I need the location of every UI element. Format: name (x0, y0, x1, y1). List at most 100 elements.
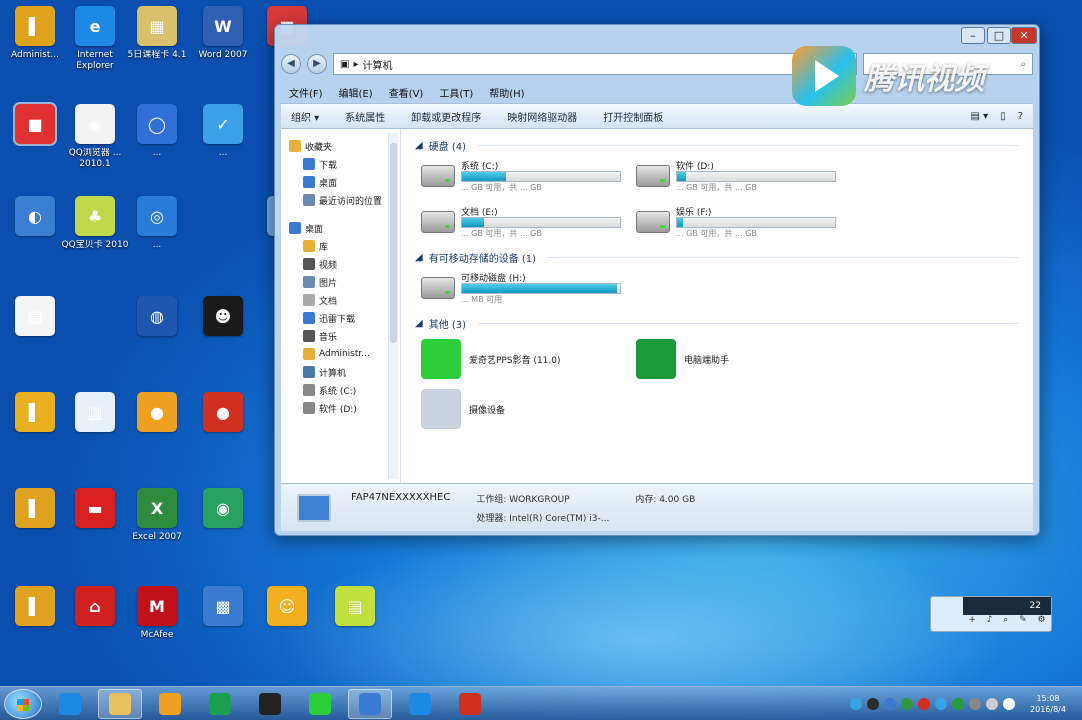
desktop-icon[interactable]: ▬ (60, 488, 130, 532)
desktop-icon[interactable]: ◉ (188, 488, 258, 532)
address-bar[interactable]: ▣ ▸ 计算机 (333, 53, 857, 75)
taskbar-app-angry-app[interactable] (448, 689, 492, 719)
collapse-icon[interactable]: ◢ (415, 252, 423, 263)
nav-item[interactable]: 计算机 (285, 363, 396, 381)
forward-button[interactable]: ▶ (307, 54, 327, 74)
other-device-item[interactable]: 爱奇艺PPS影音 (11.0) (421, 339, 636, 379)
tray-icon[interactable] (935, 697, 947, 710)
tray-icon[interactable] (867, 697, 879, 710)
widget-tool-icon[interactable]: ✎ (1019, 615, 1027, 629)
nav-item[interactable]: 图片 (285, 273, 396, 291)
collapse-icon[interactable]: ◢ (415, 140, 423, 151)
desktop-icon[interactable]: ▦ 5日课程卡 4.1 (122, 6, 192, 61)
nav-item[interactable]: 桌面 (285, 173, 396, 191)
desktop-icon[interactable]: M McAfee (122, 586, 192, 641)
desktop-icon[interactable]: ● (188, 392, 258, 436)
breadcrumb-computer[interactable]: 计算机 (362, 57, 392, 72)
nav-item[interactable]: 最近访问的位置 (285, 191, 396, 209)
taskbar-app-qq[interactable] (248, 689, 292, 719)
desktop-icon[interactable]: ✓... (188, 104, 258, 159)
gadget-widget[interactable]: 22 + ♪ ⌕ ✎ ⚙ (930, 596, 1052, 632)
desktop-icon[interactable]: W Word 2007 (188, 6, 258, 61)
tray-icon[interactable] (884, 697, 896, 710)
nav-item[interactable]: 软件 (D:) (285, 399, 396, 417)
tray-icon[interactable] (969, 697, 981, 710)
desktop-icon[interactable]: ▤ (0, 296, 70, 340)
widget-tool-icon[interactable]: ⌕ (1003, 615, 1008, 629)
tray-icon[interactable] (986, 697, 998, 710)
tray-icon[interactable] (918, 697, 930, 710)
tray-icon[interactable] (952, 697, 964, 710)
desktop-icon[interactable]: ◯... (122, 104, 192, 159)
group-removable[interactable]: ◢ 有可移动存储的设备 (1) (415, 247, 1019, 267)
help-icon[interactable]: ? (1018, 111, 1023, 122)
desktop-icon[interactable]: ⌂ (60, 586, 130, 630)
taskbar-app-sun-app[interactable] (148, 689, 192, 719)
back-button[interactable]: ◀ (281, 54, 301, 74)
nav-item[interactable]: 桌面 (285, 219, 396, 237)
menu-item[interactable]: 帮助(H) (489, 85, 524, 100)
toolbar-button[interactable]: 系统属性 (345, 109, 385, 124)
start-button[interactable] (4, 688, 42, 719)
menu-item[interactable]: 查看(V) (389, 85, 424, 100)
other-device-item[interactable]: 电脑端助手 (636, 339, 851, 379)
desktop-icon[interactable]: ▩ (188, 586, 258, 630)
toolbar-button[interactable]: 映射网络驱动器 (507, 109, 577, 124)
widget-tool-icon[interactable]: ♪ (987, 615, 993, 629)
clock[interactable]: 15:08 2016/8/4 (1020, 693, 1076, 715)
preview-pane-icon[interactable]: ▯ (1000, 111, 1006, 122)
drive-item[interactable]: 可移动磁盘 (H:) ... MB 可用 (421, 271, 636, 305)
nav-item[interactable]: 音乐 (285, 327, 396, 345)
other-device-item[interactable]: 摄像设备 (421, 389, 636, 429)
taskbar-app-explorer-folder[interactable] (98, 688, 142, 719)
desktop-icon[interactable]: ● (122, 392, 192, 436)
desktop-icon[interactable]: ☺ (252, 586, 322, 630)
drive-item[interactable]: 软件 (D:) ... GB 可用，共 ... GB (636, 159, 851, 193)
nav-item[interactable]: Administr... (285, 345, 396, 363)
desktop-icon[interactable]: ☻ (188, 296, 258, 340)
group-other[interactable]: ◢ 其他 (3) (415, 313, 1019, 333)
menu-item[interactable]: 文件(F) (289, 85, 323, 100)
group-hard-disks[interactable]: ◢ 硬盘 (4) (415, 135, 1019, 155)
widget-tool-icon[interactable]: ⚙ (1037, 615, 1045, 629)
drive-item[interactable]: 系统 (C:) ... GB 可用，共 ... GB (421, 159, 636, 193)
view-options-icon[interactable]: ▤ ▾ (971, 111, 989, 122)
desktop-icon[interactable]: ◎... (122, 196, 192, 251)
maximize-button[interactable]: □ (987, 27, 1011, 44)
collapse-icon[interactable]: ◢ (415, 318, 423, 329)
desktop-icon[interactable]: ▤ (320, 586, 390, 630)
nav-item[interactable]: 文档 (285, 291, 396, 309)
toolbar-button[interactable]: 打开控制面板 (603, 109, 663, 124)
widget-tool-icon[interactable]: + (968, 615, 976, 629)
tray-icon[interactable] (850, 697, 862, 710)
nav-scrollbar[interactable] (388, 133, 398, 479)
tray-icon[interactable] (901, 697, 913, 710)
nav-item[interactable]: 视频 (285, 255, 396, 273)
toolbar-button[interactable]: 组织 ▾ (291, 109, 319, 124)
nav-item[interactable]: 库 (285, 237, 396, 255)
desktop-icon[interactable]: X Excel 2007 (122, 488, 192, 543)
taskbar-app-ie[interactable] (48, 689, 92, 719)
tray-icon[interactable] (1003, 697, 1015, 710)
desktop-icon[interactable]: ◍ (122, 296, 192, 340)
nav-item[interactable]: 收藏夹 (285, 137, 396, 155)
nav-item[interactable]: 迅雷下载 (285, 309, 396, 327)
drive-item[interactable]: 文档 (E:) ... GB 可用，共 ... GB (421, 205, 636, 239)
drive-item[interactable]: 娱乐 (F:) ... GB 可用，共 ... GB (636, 205, 851, 239)
menu-item[interactable]: 工具(T) (439, 85, 473, 100)
minimize-button[interactable]: – (961, 27, 985, 44)
close-button[interactable]: ✕ (1011, 27, 1037, 44)
desktop-icon[interactable]: ▥ (60, 392, 130, 436)
menu-item[interactable]: 编辑(E) (339, 85, 373, 100)
nav-item[interactable]: 系统 (C:) (285, 381, 396, 399)
desktop-icon[interactable]: e Internet Explorer (60, 6, 130, 72)
desktop-icon-selected[interactable]: ■ (0, 102, 70, 148)
taskbar-app-iqiyi[interactable] (298, 689, 342, 719)
taskbar-app-green-app[interactable] (198, 689, 242, 719)
nav-item[interactable]: 下载 (285, 155, 396, 173)
taskbar-app-ie-2[interactable] (398, 689, 442, 719)
nav-scrollbar-thumb[interactable] (390, 143, 397, 343)
toolbar-button[interactable]: 卸载或更改程序 (411, 109, 481, 124)
desktop-icon[interactable]: ♣ QQ宝贝卡 2010 (60, 196, 130, 251)
taskbar-app-browser-blue[interactable] (348, 688, 392, 719)
